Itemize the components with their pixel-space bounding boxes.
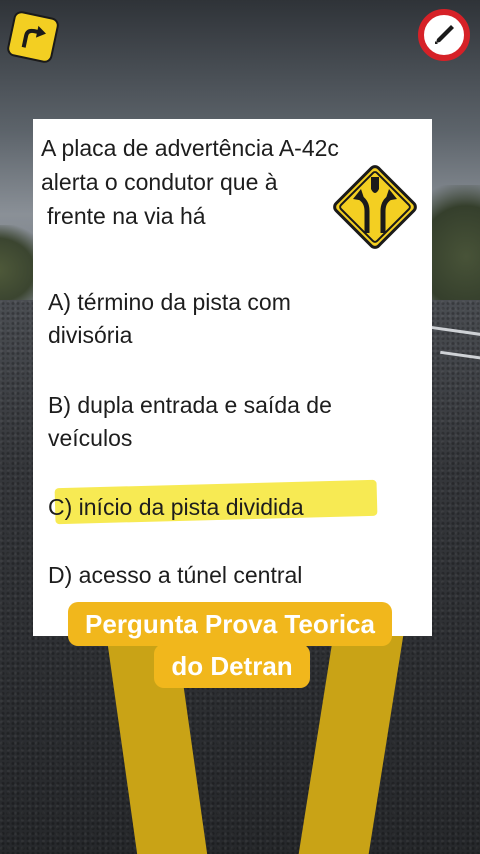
option-label: B) dupla entrada e saída de	[48, 392, 332, 418]
option-label: veículos	[48, 425, 133, 451]
edit-pencil-icon[interactable]	[418, 9, 470, 61]
option-a[interactable]: A) término da pista com divisória	[48, 286, 368, 352]
option-c[interactable]: C) início da pista dividida	[48, 491, 304, 524]
curve-arrow-icon	[21, 25, 46, 48]
option-label: C) início da pista dividida	[48, 494, 304, 520]
question-line: A placa de advertência A-42c	[41, 135, 339, 161]
option-b[interactable]: B) dupla entrada e saída de veículos	[48, 389, 388, 455]
divided-road-warning-sign-icon	[333, 165, 417, 249]
caption-line: do Detran	[154, 644, 310, 688]
option-d[interactable]: D) acesso a túnel central	[48, 559, 302, 592]
caption-line: Pergunta Prova Teorica	[68, 602, 392, 646]
option-label: D) acesso a túnel central	[48, 562, 303, 588]
option-label: divisória	[48, 322, 133, 348]
pencil-icon	[435, 25, 454, 44]
question-card: A placa de advertência A-42c alerta o co…	[33, 119, 432, 636]
option-label: A) término da pista com	[48, 289, 291, 315]
road-curve-sign-icon[interactable]	[5, 9, 61, 65]
